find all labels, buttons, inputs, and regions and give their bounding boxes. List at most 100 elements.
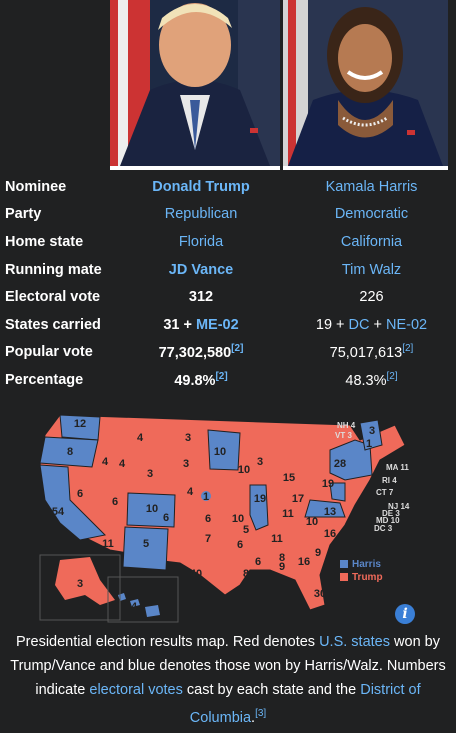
trump-popular-vote: 77,302,580[2] bbox=[115, 339, 287, 367]
state-vote-label: 6 bbox=[112, 496, 118, 508]
state-vote-label: 3 bbox=[185, 432, 191, 444]
trump-states-carried: 31 + ME-02 bbox=[115, 311, 287, 339]
hawaii-inset-box bbox=[107, 576, 179, 623]
state-vote-label: 6 bbox=[77, 488, 83, 500]
election-results-map[interactable]: 124 3843103664 11054 6 6 10191517192811 5 7 6811… bbox=[0, 405, 456, 630]
florida-link[interactable]: Florida bbox=[179, 234, 223, 250]
row-percentage: Percentage 49.8%[2] 48.3%[2] bbox=[0, 366, 456, 394]
trump-percentage-value: 49.8% bbox=[174, 372, 216, 389]
label-running-mate: Running mate bbox=[5, 261, 102, 278]
democratic-party-link[interactable]: Democratic bbox=[335, 206, 408, 222]
label-percentage: Percentage bbox=[5, 371, 84, 388]
trump-color-bar bbox=[110, 166, 280, 170]
trump-percentage: 49.8%[2] bbox=[115, 366, 287, 394]
trump-name-link[interactable]: Donald Trump bbox=[152, 179, 249, 195]
state-vote-label: 10 bbox=[238, 464, 250, 476]
info-icon[interactable]: i bbox=[395, 604, 415, 624]
state-vote-label: 54 bbox=[52, 506, 65, 518]
state-vote-label: 7 bbox=[205, 533, 211, 545]
harris-percentage: 48.3%[2] bbox=[287, 366, 456, 394]
california-link[interactable]: California bbox=[341, 234, 402, 250]
state-vote-label: 8 bbox=[67, 446, 73, 458]
state-vote-label: 6 bbox=[163, 512, 169, 524]
row-states-carried: States carried 31 + ME-02 19 + DC + NE-0… bbox=[0, 311, 456, 339]
candidate-photos bbox=[0, 0, 456, 172]
election-infobox: Nominee Donald Trump Kamala Harris Party… bbox=[0, 173, 456, 394]
state-vote-label: 5 bbox=[143, 538, 149, 550]
harris-popular-vote: 75,017,613[2] bbox=[287, 339, 456, 367]
harris-percentage-value: 48.3% bbox=[345, 372, 387, 389]
dc-link[interactable]: DC bbox=[349, 317, 370, 333]
state-vote-label: 9 bbox=[315, 547, 321, 559]
state-vote-label: 6 bbox=[255, 556, 261, 568]
state-vote-label: 11 bbox=[282, 508, 294, 520]
state-vote-label: 19 bbox=[254, 493, 266, 505]
state-vote-label: 3 bbox=[77, 578, 83, 590]
legend-trump-label: Trump bbox=[352, 572, 383, 583]
state-vote-label: 10 bbox=[214, 446, 226, 458]
state-vote-label: 16 bbox=[298, 556, 310, 568]
caption-text: cast by each state and the bbox=[182, 682, 361, 698]
northeast-state-label: RI 4 bbox=[382, 476, 397, 485]
row-home-state: Home state Florida California bbox=[0, 228, 456, 256]
harris-color-bar bbox=[283, 166, 448, 170]
northeast-state-label: DC 3 bbox=[374, 524, 393, 533]
state-vote-label: 4 bbox=[119, 458, 126, 470]
state-vote-label: 6 bbox=[205, 513, 211, 525]
label-home-state: Home state bbox=[5, 233, 84, 250]
electoral-votes-link[interactable]: electoral votes bbox=[89, 682, 183, 698]
me02-link[interactable]: ME-02 bbox=[196, 317, 239, 333]
state-vote-label: 30 bbox=[314, 588, 326, 600]
northeast-state-label: VT 3 bbox=[335, 431, 352, 440]
state-vote-label: 4 bbox=[131, 601, 138, 613]
alaska-shape bbox=[55, 557, 115, 605]
state-vote-label: 10 bbox=[146, 503, 158, 515]
ref-link[interactable]: [2] bbox=[231, 343, 243, 354]
trump-popular-vote-value: 77,302,580 bbox=[158, 345, 232, 362]
harris-name-link[interactable]: Kamala Harris bbox=[326, 179, 418, 195]
walz-link[interactable]: Tim Walz bbox=[342, 262, 401, 278]
northeast-state-label: CT 7 bbox=[376, 488, 394, 497]
hawaii-shape bbox=[118, 593, 160, 617]
state-vote-label: 8 bbox=[243, 568, 249, 580]
label-party: Party bbox=[5, 206, 42, 223]
label-popular-vote: Popular vote bbox=[5, 344, 93, 361]
harris-portrait[interactable] bbox=[283, 0, 448, 166]
plus-sign: + bbox=[369, 316, 387, 333]
legend-harris-swatch bbox=[340, 560, 348, 568]
state-vote-label: 16 bbox=[324, 528, 336, 540]
state-vote-label: 40 bbox=[190, 568, 202, 580]
label-states-carried: States carried bbox=[5, 316, 101, 333]
state-vote-label: 3 bbox=[257, 456, 263, 468]
label-nominee: Nominee bbox=[5, 178, 67, 195]
state-vote-label: 28 bbox=[334, 458, 346, 470]
state-vote-label: 3 bbox=[147, 468, 153, 480]
trump-electoral-vote: 312 bbox=[188, 289, 214, 306]
row-party: Party Republican Democratic bbox=[0, 201, 456, 229]
trump-portrait[interactable] bbox=[110, 0, 280, 166]
vance-link[interactable]: JD Vance bbox=[169, 262, 234, 278]
harris-states-carried: 19 + DC + NE-02 bbox=[287, 311, 456, 339]
state-vote-label: 4 bbox=[102, 456, 109, 468]
legend-harris-label: Harris bbox=[352, 559, 381, 570]
us-states-link[interactable]: U.S. states bbox=[319, 634, 390, 650]
ref-link[interactable]: [2] bbox=[387, 371, 398, 382]
row-popular-vote: Popular vote 77,302,580[2] 75,017,613[2] bbox=[0, 339, 456, 367]
state-vote-label: 1 bbox=[203, 491, 209, 503]
northeast-state-label: MA 11 bbox=[386, 463, 409, 472]
state-vote-label: 15 bbox=[283, 472, 295, 484]
ref-link[interactable]: [2] bbox=[402, 343, 413, 354]
ref-link[interactable]: [3] bbox=[255, 708, 266, 719]
ne02-link[interactable]: NE-02 bbox=[386, 317, 427, 333]
harris-states-count: 19 + bbox=[315, 316, 349, 333]
legend-trump-swatch bbox=[340, 573, 348, 581]
row-running-mate: Running mate JD Vance Tim Walz bbox=[0, 256, 456, 284]
harris-electoral-vote: 226 bbox=[359, 289, 384, 306]
ref-link[interactable]: [2] bbox=[215, 371, 227, 382]
republican-party-link[interactable]: Republican bbox=[165, 206, 238, 222]
state-vote-label: 11 bbox=[102, 538, 114, 550]
state-vote-label: 4 bbox=[137, 432, 144, 444]
state-vote-label: 4 bbox=[187, 486, 194, 498]
state-vote-label: 3 bbox=[369, 425, 375, 437]
trump-states-count: 31 + bbox=[163, 316, 196, 333]
